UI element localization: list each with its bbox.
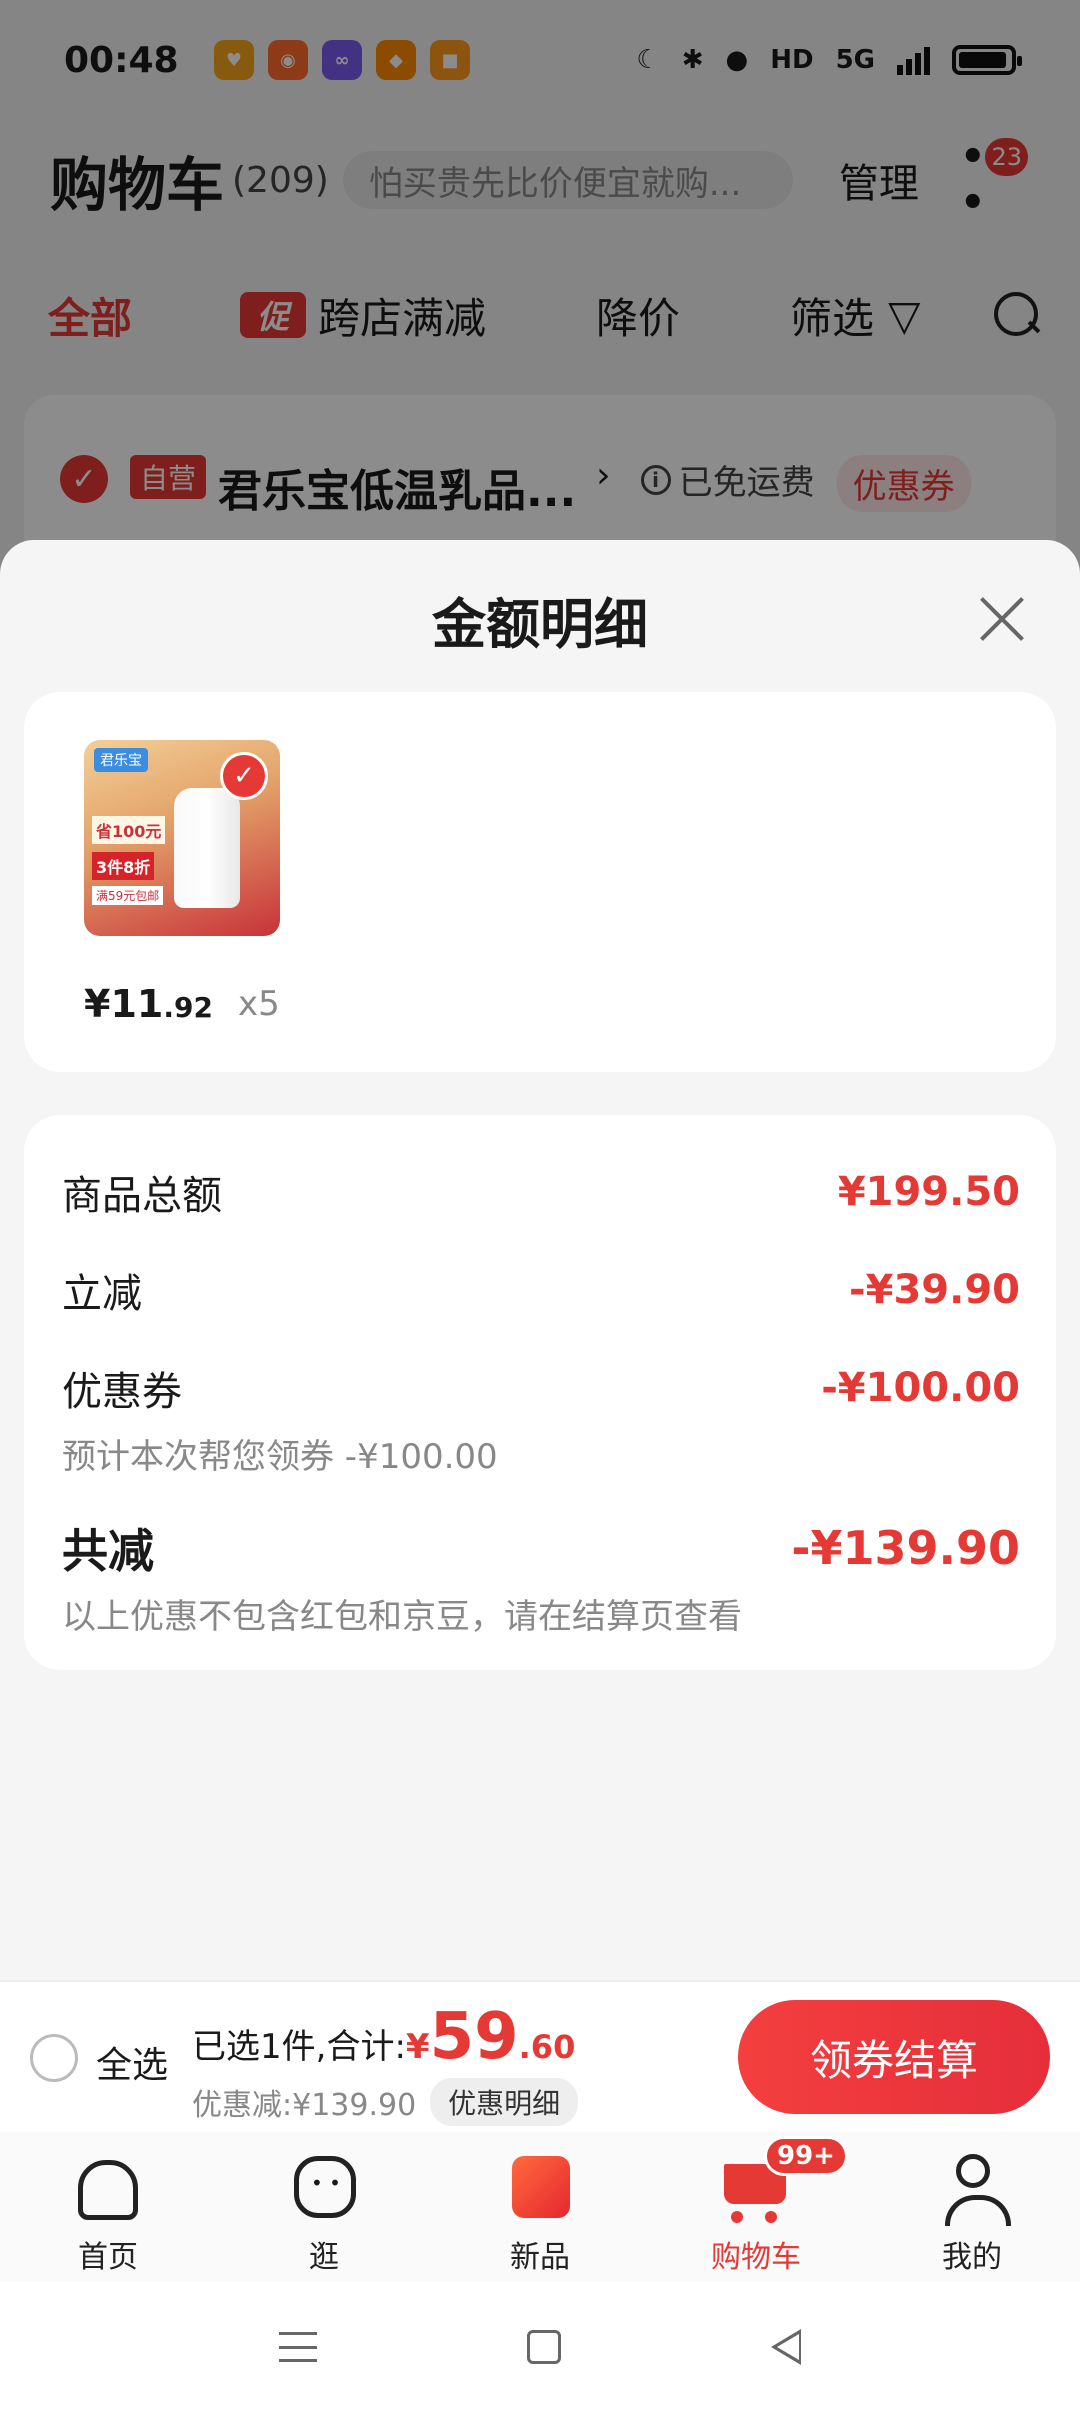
home-square-icon[interactable] — [527, 2330, 561, 2364]
total-discount-label: 共减 — [62, 1524, 154, 1578]
cart-badge: 99+ — [764, 2136, 848, 2176]
tab-browse[interactable]: 逛 — [216, 2132, 432, 2282]
tab-profile[interactable]: 我的 — [864, 2132, 1080, 2282]
goods-total-label: 商品总额 — [62, 1173, 222, 1219]
tab-new[interactable]: 新品 — [432, 2132, 648, 2282]
bottom-tab-bar: 首页 逛 新品 99+ 购物车 我的 — [0, 2132, 1080, 2282]
coupon-label: 优惠券 — [62, 1369, 182, 1415]
instant-discount-row: 立减 -¥39.90 — [62, 1261, 1020, 1319]
checkout-button[interactable]: 领券结算 — [738, 2000, 1050, 2114]
product-card: 君乐宝 省100元 3件8折 满59元包邮 ✓ ¥11.92 x5 — [24, 692, 1056, 1072]
product-quantity: x5 — [238, 984, 280, 1024]
thumb-promo-2: 3件8折 — [92, 852, 155, 880]
instant-discount-label: 立减 — [62, 1271, 142, 1317]
checkout-bar: 全选 已选1件,合计: ¥ 59 .60 优惠减:¥139.90 优惠明细 领券… — [0, 1980, 1080, 2132]
select-all-label[interactable]: 全选 — [96, 2036, 168, 2088]
system-nav-bar — [0, 2282, 1080, 2412]
discount-detail-button[interactable]: 优惠明细 — [430, 2078, 579, 2126]
tab-cart[interactable]: 99+ 购物车 — [648, 2132, 864, 2282]
summary-currency: ¥ — [405, 2027, 430, 2067]
home-icon — [68, 2146, 148, 2226]
face-icon — [284, 2146, 364, 2226]
summary-text: 已选1件,合计: — [192, 2027, 406, 2067]
amount-detail-sheet: 金额明细 君乐宝 省100元 3件8折 满59元包邮 ✓ ¥11.92 x5 商… — [0, 540, 1080, 1980]
amount-detail-card: 商品总额 ¥199.50 立减 -¥39.90 优惠券 -¥100.00 预计本… — [24, 1115, 1056, 1670]
tab-cart-label: 购物车 — [711, 2240, 801, 2275]
sheet-title: 金额明细 — [432, 593, 648, 656]
menu-icon[interactable] — [279, 2332, 317, 2362]
person-icon — [932, 2146, 1012, 2226]
tab-new-label: 新品 — [510, 2240, 570, 2275]
total-discount-value: -¥139.90 — [791, 1521, 1020, 1575]
price-currency: ¥ — [84, 982, 111, 1026]
tab-home[interactable]: 首页 — [0, 2132, 216, 2282]
coupon-note: 预计本次帮您领券 -¥100.00 — [62, 1437, 498, 1477]
total-discount-row: 共减 -¥139.90 — [62, 1515, 1020, 1581]
coupon-row: 优惠券 -¥100.00 — [62, 1359, 1020, 1417]
price-integer: 11 — [110, 982, 164, 1026]
goods-total-row: 商品总额 ¥199.50 — [62, 1163, 1020, 1221]
tab-profile-label: 我的 — [942, 2240, 1002, 2275]
coupon-value: -¥100.00 — [821, 1365, 1020, 1411]
milk-bottle-image — [174, 788, 240, 908]
product-price: ¥11.92 — [84, 982, 213, 1026]
cube-icon — [500, 2146, 580, 2226]
price-decimal: .92 — [163, 991, 213, 1024]
discount-line: 优惠减:¥139.90 优惠明细 — [192, 2078, 579, 2126]
summary-total-decimal: .60 — [518, 2028, 576, 2066]
tab-browse-label: 逛 — [309, 2240, 339, 2275]
discount-text: 优惠减:¥139.90 — [192, 2088, 417, 2123]
thumb-promo-1: 省100元 — [92, 816, 166, 844]
product-image[interactable]: 君乐宝 省100元 3件8折 满59元包邮 ✓ — [84, 740, 280, 936]
back-icon[interactable] — [771, 2329, 801, 2365]
goods-total-value: ¥199.50 — [837, 1169, 1020, 1215]
select-all-radio[interactable] — [30, 2034, 78, 2082]
summary-line: 已选1件,合计: ¥ 59 .60 — [192, 2000, 575, 2074]
instant-discount-value: -¥39.90 — [849, 1267, 1020, 1313]
thumb-promo-3: 满59元包邮 — [92, 886, 164, 905]
total-discount-note: 以上优惠不包含红包和京豆，请在结算页查看 — [62, 1597, 742, 1637]
thumb-brand: 君乐宝 — [94, 748, 148, 772]
summary-total-integer: 59 — [429, 2000, 519, 2074]
check-icon: ✓ — [220, 752, 268, 800]
close-icon[interactable] — [976, 592, 1028, 644]
tab-home-label: 首页 — [78, 2240, 138, 2275]
